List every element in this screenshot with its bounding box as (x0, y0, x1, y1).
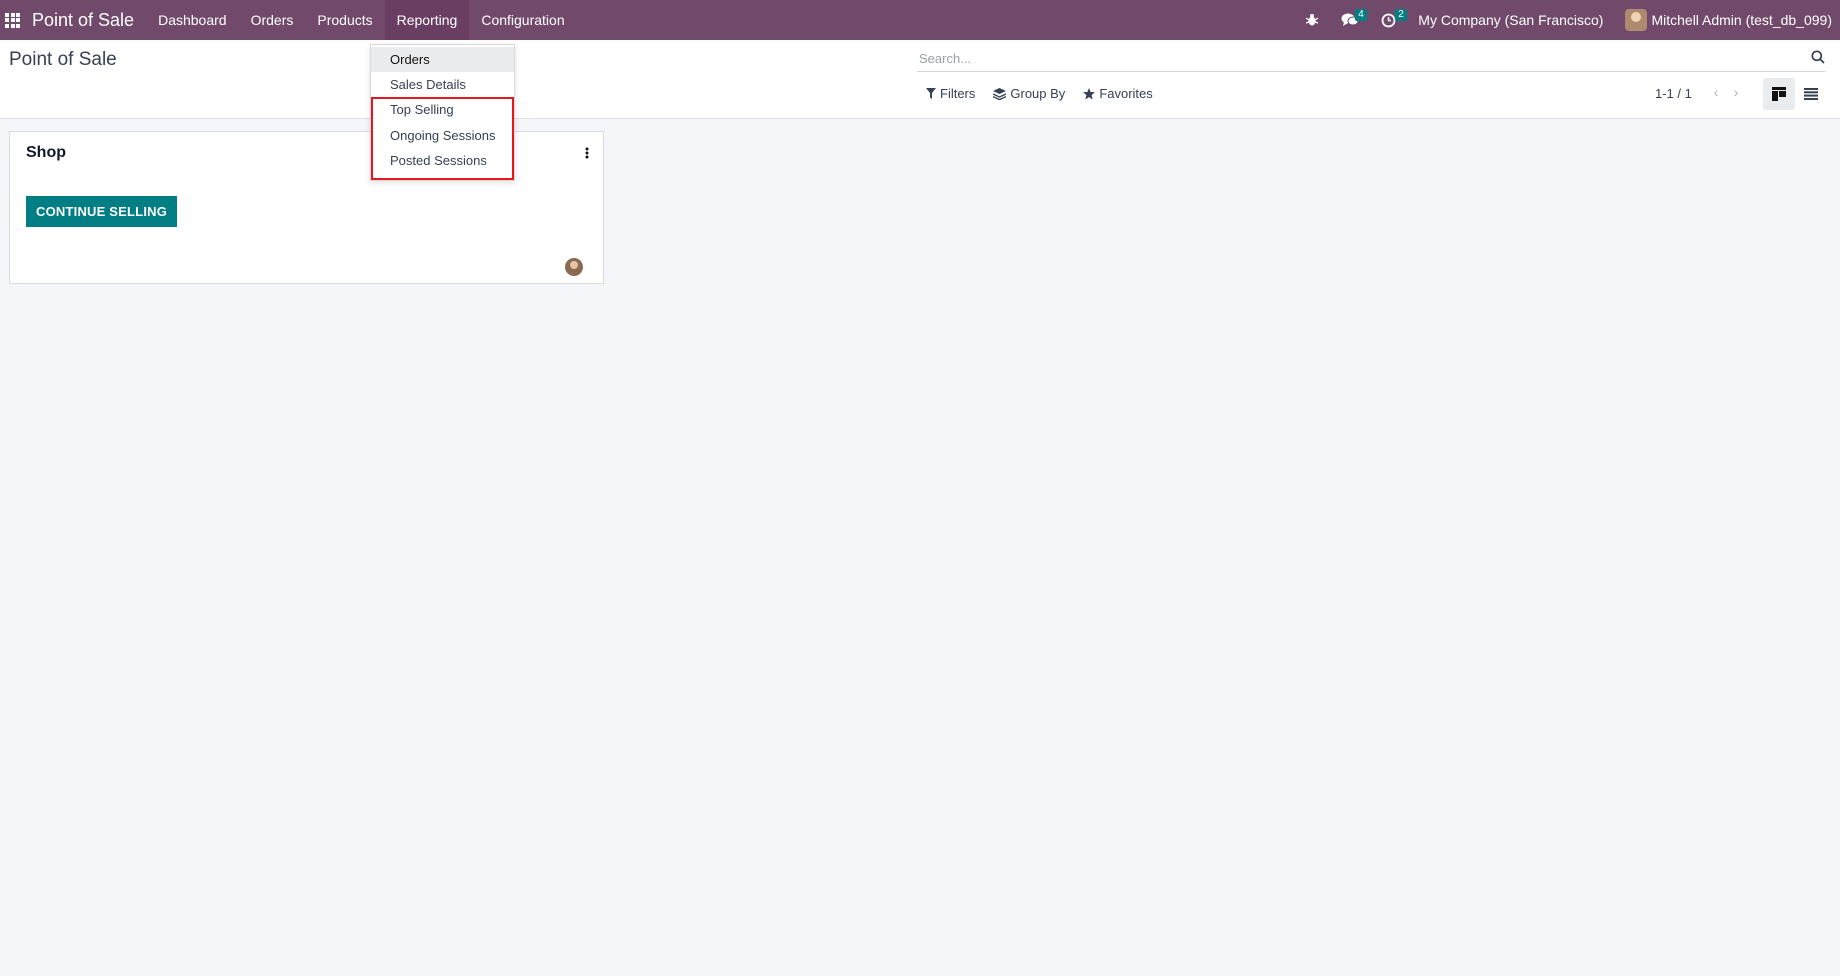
filters-button[interactable]: Filters (926, 86, 975, 101)
pager-previous-icon[interactable]: ‹ (1706, 84, 1726, 100)
navbar-systray: 4 2 My Company (San Francisco) Mitchell … (1305, 0, 1840, 40)
filters-label: Filters (940, 86, 976, 101)
page-title: Point of Sale (9, 49, 117, 70)
group-by-label: Group By (1010, 86, 1066, 101)
menu-products[interactable]: Products (305, 0, 384, 40)
dropdown-item-orders[interactable]: Orders (371, 47, 514, 72)
pager-next-icon[interactable]: › (1726, 84, 1746, 100)
favorites-label: Favorites (1099, 86, 1153, 101)
user-avatar (1625, 9, 1648, 31)
continue-selling-button[interactable]: CONTINUE SELLING (26, 196, 178, 227)
group-by-button[interactable]: Group By (993, 86, 1065, 101)
responsible-user-avatar (565, 258, 583, 276)
debug-bug-icon[interactable] (1305, 0, 1319, 40)
top-navbar: Point of Sale Dashboard Orders Products … (0, 0, 1840, 40)
search-input[interactable] (917, 46, 1777, 70)
user-name: Mitchell Admin (test_db_099) (1651, 12, 1832, 28)
card-dropdown-icon[interactable] (585, 146, 589, 164)
dropdown-item-top-selling[interactable]: Top Selling (371, 97, 514, 122)
user-menu[interactable]: Mitchell Admin (test_db_099) (1625, 9, 1832, 31)
activities-count-badge: 2 (1395, 9, 1407, 21)
app-name[interactable]: Point of Sale (32, 10, 134, 31)
layers-icon (993, 87, 1007, 100)
messages-count-badge: 4 (1355, 9, 1367, 21)
menu-reporting[interactable]: Reporting (384, 0, 470, 40)
view-switcher (1763, 78, 1827, 110)
search-panel-buttons: Filters Group By Favorites (926, 86, 1171, 101)
search-icon[interactable] (1811, 50, 1825, 69)
dropdown-item-posted-sessions[interactable]: Posted Sessions (371, 148, 514, 173)
favorites-button[interactable]: Favorites (1083, 86, 1153, 101)
control-panel: Point of Sale Filters Group By Favorites… (0, 40, 1840, 119)
menu-orders[interactable]: Orders (239, 0, 306, 40)
pager-value[interactable]: 1-1 / 1 (1655, 86, 1692, 101)
messages-icon[interactable]: 4 (1341, 0, 1367, 40)
dropdown-item-sales-details[interactable]: Sales Details (371, 72, 514, 97)
pager-arrows: ‹ › (1706, 84, 1746, 100)
filter-icon (926, 88, 936, 99)
card-title: Shop (26, 144, 66, 161)
reporting-dropdown-menu: Orders Sales Details Top Selling Ongoing… (370, 44, 515, 181)
kanban-view-icon[interactable] (1763, 78, 1795, 110)
apps-menu-icon[interactable] (5, 12, 20, 28)
menu-configuration[interactable]: Configuration (469, 0, 576, 40)
dropdown-item-ongoing-sessions[interactable]: Ongoing Sessions (371, 123, 514, 148)
company-switcher[interactable]: My Company (San Francisco) (1418, 12, 1603, 28)
list-view-icon[interactable] (1795, 78, 1827, 110)
star-icon (1083, 87, 1096, 99)
activities-clock-icon[interactable]: 2 (1381, 0, 1407, 40)
menu-dashboard[interactable]: Dashboard (146, 0, 239, 40)
search-bar (917, 46, 1825, 72)
